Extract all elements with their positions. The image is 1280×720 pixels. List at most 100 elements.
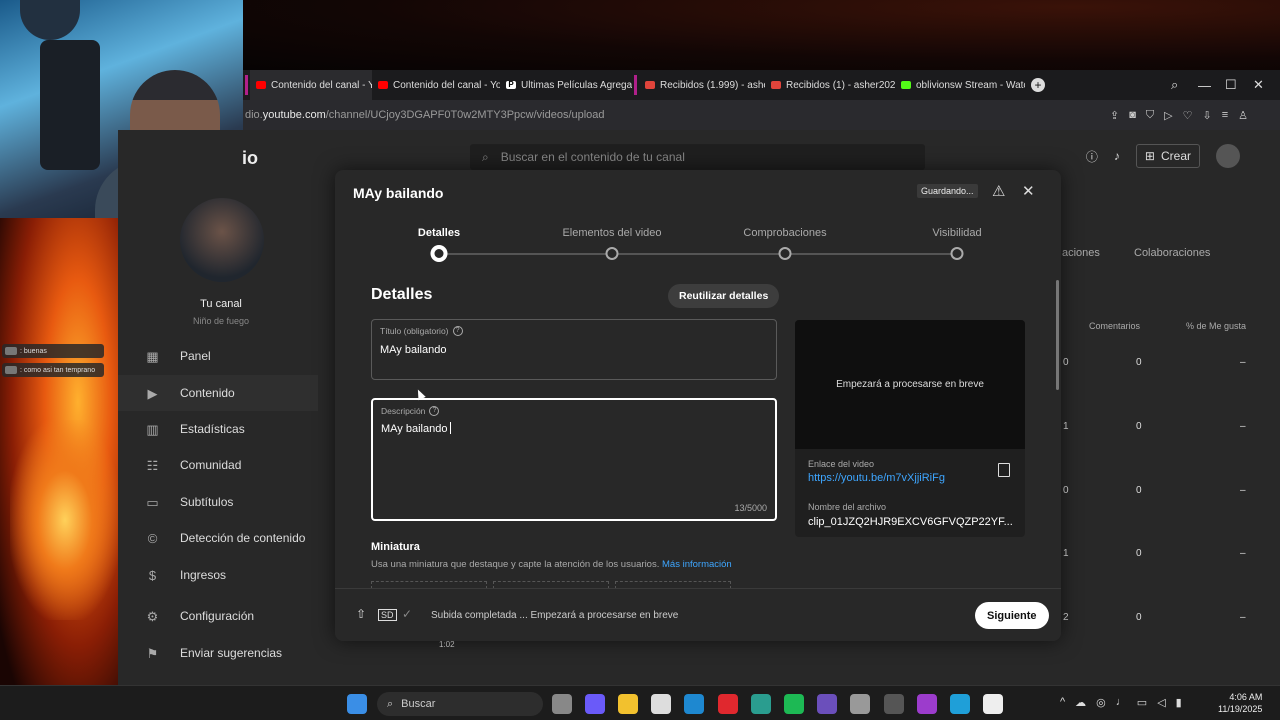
app-icon[interactable]: [917, 694, 937, 714]
profile-icon[interactable]: ♙: [1238, 109, 1248, 122]
browser-tab[interactable]: Recibidos (1.999) - asher.: [639, 70, 765, 100]
reuse-details-button[interactable]: Reutilizar detalles: [668, 284, 780, 308]
step-visibility[interactable]: Visibilidad: [932, 227, 981, 239]
settings-icon[interactable]: [850, 694, 870, 714]
menu-icon[interactable]: ≡: [1222, 109, 1228, 121]
windows-taskbar: ⌕ Buscar ^ ☁ ◎ ♩ ▭ ◁ ▮ 4:06 AM 11/19/2025: [0, 685, 1280, 720]
sidebar-item-earnings[interactable]: $ Ingresos: [118, 557, 318, 593]
next-button[interactable]: Siguiente: [975, 602, 1049, 629]
help-icon[interactable]: ?: [452, 326, 463, 336]
column-header[interactable]: % de Me gusta: [1186, 321, 1246, 331]
sidebar-item-feedback[interactable]: ⚑ Enviar sugerencias: [118, 635, 318, 671]
taskbar-search-input[interactable]: ⌕ Buscar: [377, 692, 543, 716]
edge-icon[interactable]: [751, 694, 771, 714]
twitch-icon[interactable]: [817, 694, 837, 714]
copilot-icon[interactable]: [585, 694, 605, 714]
plus-icon: ⊞: [1144, 149, 1155, 163]
browser-tab[interactable]: Contenido del canal - You: [372, 70, 500, 100]
dialog-scrollbar[interactable]: [1056, 280, 1059, 390]
windows-start-icon[interactable]: [347, 694, 367, 714]
browser-tab[interactable]: P Ultimas Películas Agregad: [500, 70, 632, 100]
step-video-elements[interactable]: Elementos del video: [562, 227, 661, 239]
more-info-link[interactable]: Más información: [662, 559, 732, 570]
description-input[interactable]: MAy bailando: [381, 422, 452, 435]
close-icon[interactable]: ✕: [1022, 182, 1035, 200]
step-dot[interactable]: [605, 247, 619, 260]
url-text[interactable]: dio.youtube.com/channel/UCjoy3DGAPF0T0w2…: [243, 109, 605, 121]
subtitles-icon: ▭: [146, 494, 159, 510]
minimize-icon[interactable]: —: [1198, 70, 1211, 100]
browser-tab[interactable]: Recibidos (1) - asher2020: [765, 70, 895, 100]
background-tab[interactable]: aciones: [1062, 247, 1100, 259]
obs-icon[interactable]: [884, 694, 904, 714]
chevron-up-icon[interactable]: ^: [1060, 696, 1065, 709]
tab-label: oblivionsw Stream - Watc: [916, 79, 1025, 91]
battery-icon[interactable]: ▮: [1176, 696, 1182, 709]
account-avatar[interactable]: [1216, 144, 1240, 168]
thumbnail-option[interactable]: [615, 581, 731, 588]
cloud-icon[interactable]: ☁: [1075, 696, 1086, 709]
sidebar-item-panel[interactable]: ▦ Panel: [118, 338, 318, 374]
tab-group-marker: [245, 75, 248, 95]
bell-icon[interactable]: ♪: [1114, 149, 1120, 163]
new-tab-button[interactable]: +: [1031, 78, 1045, 92]
background-tab[interactable]: Colaboraciones: [1134, 247, 1210, 259]
title-input[interactable]: MAy bailando: [380, 344, 446, 356]
task-view-icon[interactable]: [552, 694, 572, 714]
microphone-icon[interactable]: ♩: [1116, 696, 1127, 709]
spotify-icon[interactable]: [784, 694, 804, 714]
step-dot[interactable]: [430, 245, 448, 262]
chrome-icon[interactable]: [950, 694, 970, 714]
shield-icon[interactable]: ⛉: [1146, 109, 1154, 122]
feedback-icon[interactable]: ⚠: [992, 182, 1005, 200]
step-dot[interactable]: [950, 247, 964, 260]
video-link[interactable]: https://youtu.be/m7vXjjiRiFg: [808, 472, 945, 484]
table-cell: –: [1240, 357, 1246, 368]
thumbnail-option[interactable]: [493, 581, 609, 588]
sidebar-item-settings[interactable]: ⚙ Configuración: [118, 598, 318, 634]
share-icon[interactable]: ⇪: [1110, 109, 1119, 122]
maximize-icon[interactable]: ☐: [1225, 70, 1237, 100]
mail-icon[interactable]: [684, 694, 704, 714]
studio-search-input[interactable]: ⌕ Buscar en el contenido de tu canal: [470, 144, 925, 170]
description-field[interactable]: Descripción? MAy bailando 13/5000: [371, 398, 777, 521]
copy-icon[interactable]: [998, 463, 1010, 477]
sync-icon[interactable]: ◎: [1096, 696, 1106, 709]
address-bar[interactable]: dio.youtube.com/channel/UCjoy3DGAPF0T0w2…: [243, 100, 1280, 130]
browser-tab[interactable]: oblivionsw Stream - Watc: [895, 70, 1025, 100]
step-details[interactable]: Detalles: [418, 227, 460, 239]
help-icon[interactable]: ?: [429, 406, 440, 416]
column-header[interactable]: Comentarios: [1089, 321, 1140, 331]
browser-tab[interactable]: Contenido del canal - You: [250, 70, 372, 100]
monitor-icon[interactable]: ▭: [1137, 696, 1147, 709]
sidebar-item-label: Panel: [180, 349, 211, 363]
thumbnail-upload-slot[interactable]: [371, 581, 487, 588]
studio-logo[interactable]: io: [242, 148, 258, 169]
step-checks[interactable]: Comprobaciones: [743, 227, 826, 239]
download-icon[interactable]: ⇩: [1202, 109, 1211, 122]
close-window-icon[interactable]: ✕: [1253, 70, 1264, 100]
step-dot[interactable]: [778, 247, 792, 260]
camera-icon[interactable]: ◙: [1129, 109, 1136, 121]
sidebar-item-analytics[interactable]: ▥ Estadísticas: [118, 411, 318, 447]
sidebar-item-content[interactable]: ▶ Contenido: [118, 375, 318, 411]
capcut-icon[interactable]: [983, 694, 1003, 714]
taskbar-clock[interactable]: 4:06 AM 11/19/2025: [1218, 691, 1262, 715]
character-counter: 13/5000: [734, 503, 767, 513]
file-explorer-icon[interactable]: [618, 694, 638, 714]
play-icon[interactable]: ▷: [1164, 109, 1172, 122]
search-tabs-icon[interactable]: ⌕: [1171, 70, 1178, 100]
address-bar-actions: ⇪ ◙ ⛉ ▷ ♡ ⇩ ≡ ♙: [1110, 100, 1248, 130]
opera-icon[interactable]: [718, 694, 738, 714]
title-field[interactable]: Título (obligatorio)? MAy bailando: [371, 319, 777, 380]
volume-icon[interactable]: ◁: [1157, 696, 1165, 709]
create-button[interactable]: ⊞ Crear: [1135, 144, 1200, 168]
sidebar-item-community[interactable]: ☷ Comunidad: [118, 447, 318, 483]
store-icon[interactable]: [651, 694, 671, 714]
sidebar-item-copyright[interactable]: © Detección de contenido: [118, 520, 318, 556]
sidebar-item-subtitles[interactable]: ▭ Subtítulos: [118, 484, 318, 520]
heart-icon[interactable]: ♡: [1183, 109, 1193, 122]
table-cell: –: [1240, 612, 1246, 623]
channel-avatar[interactable]: [180, 198, 264, 282]
help-icon[interactable]: ⓘ: [1086, 148, 1098, 165]
